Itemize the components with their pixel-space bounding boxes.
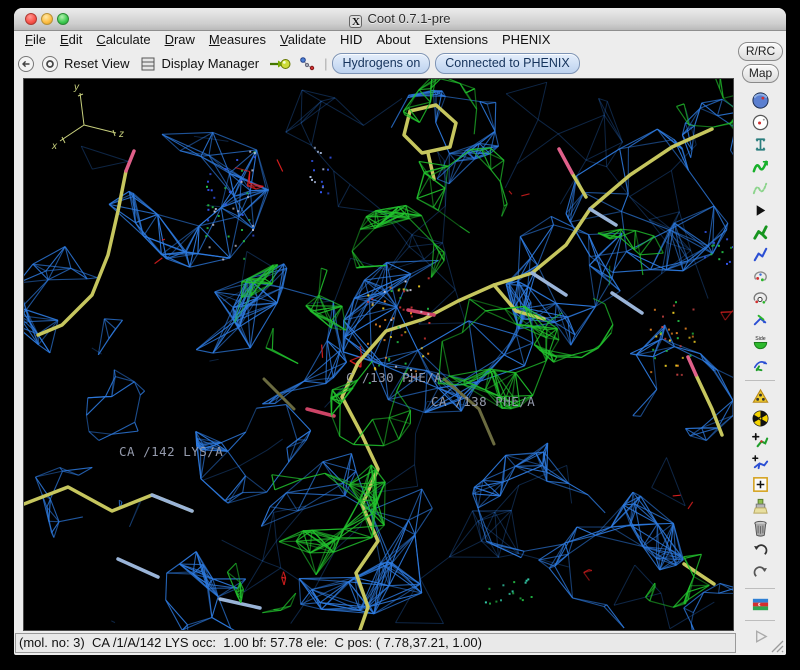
- hydrogens-toggle-button[interactable]: Hydrogens on: [332, 53, 430, 74]
- svg-text:Side: Side: [755, 336, 766, 342]
- reset-view-button[interactable]: Reset View: [64, 56, 130, 71]
- run-button-icon[interactable]: [750, 626, 771, 647]
- jed-flip-icon[interactable]: [750, 354, 771, 375]
- real-space-refine-icon[interactable]: [750, 156, 771, 177]
- menu-bar: FileEditCalculateDrawMeasuresValidateHID…: [14, 32, 786, 49]
- menu-item-edit[interactable]: Edit: [53, 32, 89, 47]
- clear-pending-icon[interactable]: [750, 496, 771, 517]
- axes-indicator: y x z: [51, 82, 124, 152]
- simple-mutate-icon[interactable]: [750, 408, 771, 429]
- menu-item-about[interactable]: About: [369, 32, 417, 47]
- titlebar[interactable]: XCoot 0.7.1-pre: [14, 8, 786, 31]
- model-tool-strip: Side: [734, 90, 786, 647]
- back-view-icon[interactable]: [17, 55, 35, 73]
- strip-separator: [745, 588, 775, 589]
- toolbar: Reset View Display Manager | Hydrogens o…: [14, 49, 732, 78]
- app-window: XCoot 0.7.1-pre FileEditCalculateDrawMea…: [14, 8, 786, 655]
- toolbar-separator: |: [324, 56, 327, 71]
- reset-view-icon[interactable]: [41, 55, 59, 73]
- add-terminal-residue-icon[interactable]: [750, 430, 771, 451]
- display-manager-button[interactable]: Display Manager: [162, 56, 260, 71]
- side-panel: R/RC Map Side: [734, 34, 786, 655]
- regularize-zone-icon[interactable]: [750, 178, 771, 199]
- flip-peptide-icon[interactable]: [750, 310, 771, 331]
- add-alt-conf-icon[interactable]: [750, 452, 771, 473]
- window-title: XCoot 0.7.1-pre: [14, 11, 786, 28]
- fixed-atoms-icon[interactable]: [750, 134, 771, 155]
- auto-fit-rotamer-icon[interactable]: [750, 222, 771, 243]
- mutate-auto-fit-icon[interactable]: [750, 386, 771, 407]
- resize-grip[interactable]: [769, 638, 784, 653]
- menu-item-calculate[interactable]: Calculate: [89, 32, 157, 47]
- flag-icon[interactable]: [750, 594, 771, 615]
- menu-item-draw[interactable]: Draw: [158, 32, 202, 47]
- undo-icon[interactable]: [750, 540, 771, 561]
- rigid-body-fit-icon[interactable]: [750, 200, 771, 221]
- strip-separator: [745, 620, 775, 621]
- phenix-connection-button[interactable]: Connected to PHENIX: [435, 53, 579, 74]
- delete-item-icon[interactable]: [750, 518, 771, 539]
- rrc-toggle-button[interactable]: R/RC: [738, 42, 783, 61]
- strip-separator: [745, 380, 775, 381]
- side-chain-180-icon[interactable]: Side: [750, 332, 771, 353]
- menu-item-file[interactable]: File: [18, 32, 53, 47]
- residue-label: CA /138 PHE/A: [431, 394, 535, 409]
- display-manager-icon[interactable]: [139, 55, 157, 73]
- menu-item-validate[interactable]: Validate: [273, 32, 333, 47]
- menu-item-hid[interactable]: HID: [333, 32, 369, 47]
- svg-text:z: z: [118, 129, 124, 140]
- go-to-atom-icon[interactable]: [268, 55, 292, 73]
- residue-label: C /130 PHE/A: [346, 370, 442, 385]
- map-toggle-button[interactable]: Map: [742, 64, 779, 83]
- molecule-icon[interactable]: [298, 55, 316, 73]
- menu-item-measures[interactable]: Measures: [202, 32, 273, 47]
- menu-item-phenix[interactable]: PHENIX: [495, 32, 557, 47]
- svg-text:y: y: [73, 82, 80, 93]
- redo-icon[interactable]: [750, 562, 771, 583]
- edit-chi-angles-icon[interactable]: [750, 266, 771, 287]
- tandem-refine-icon[interactable]: [750, 112, 771, 133]
- sphere-refine-icon[interactable]: [750, 90, 771, 111]
- residue-label: CA /142 LYS/A: [119, 444, 223, 459]
- torsion-general-icon[interactable]: [750, 288, 771, 309]
- x11-app-icon: X: [349, 15, 362, 28]
- graphics-canvas[interactable]: y x z C /130 PHE/A CA /138 PHE/A CA /142 LYS/…: [23, 78, 734, 631]
- rotamers-icon[interactable]: [750, 244, 771, 265]
- place-atom-icon[interactable]: [750, 474, 771, 495]
- status-bar: (mol. no: 3) CA /1/A/142 LYS occ: 1.00 b…: [15, 633, 736, 653]
- menu-item-extensions[interactable]: Extensions: [417, 32, 495, 47]
- svg-text:x: x: [51, 141, 58, 152]
